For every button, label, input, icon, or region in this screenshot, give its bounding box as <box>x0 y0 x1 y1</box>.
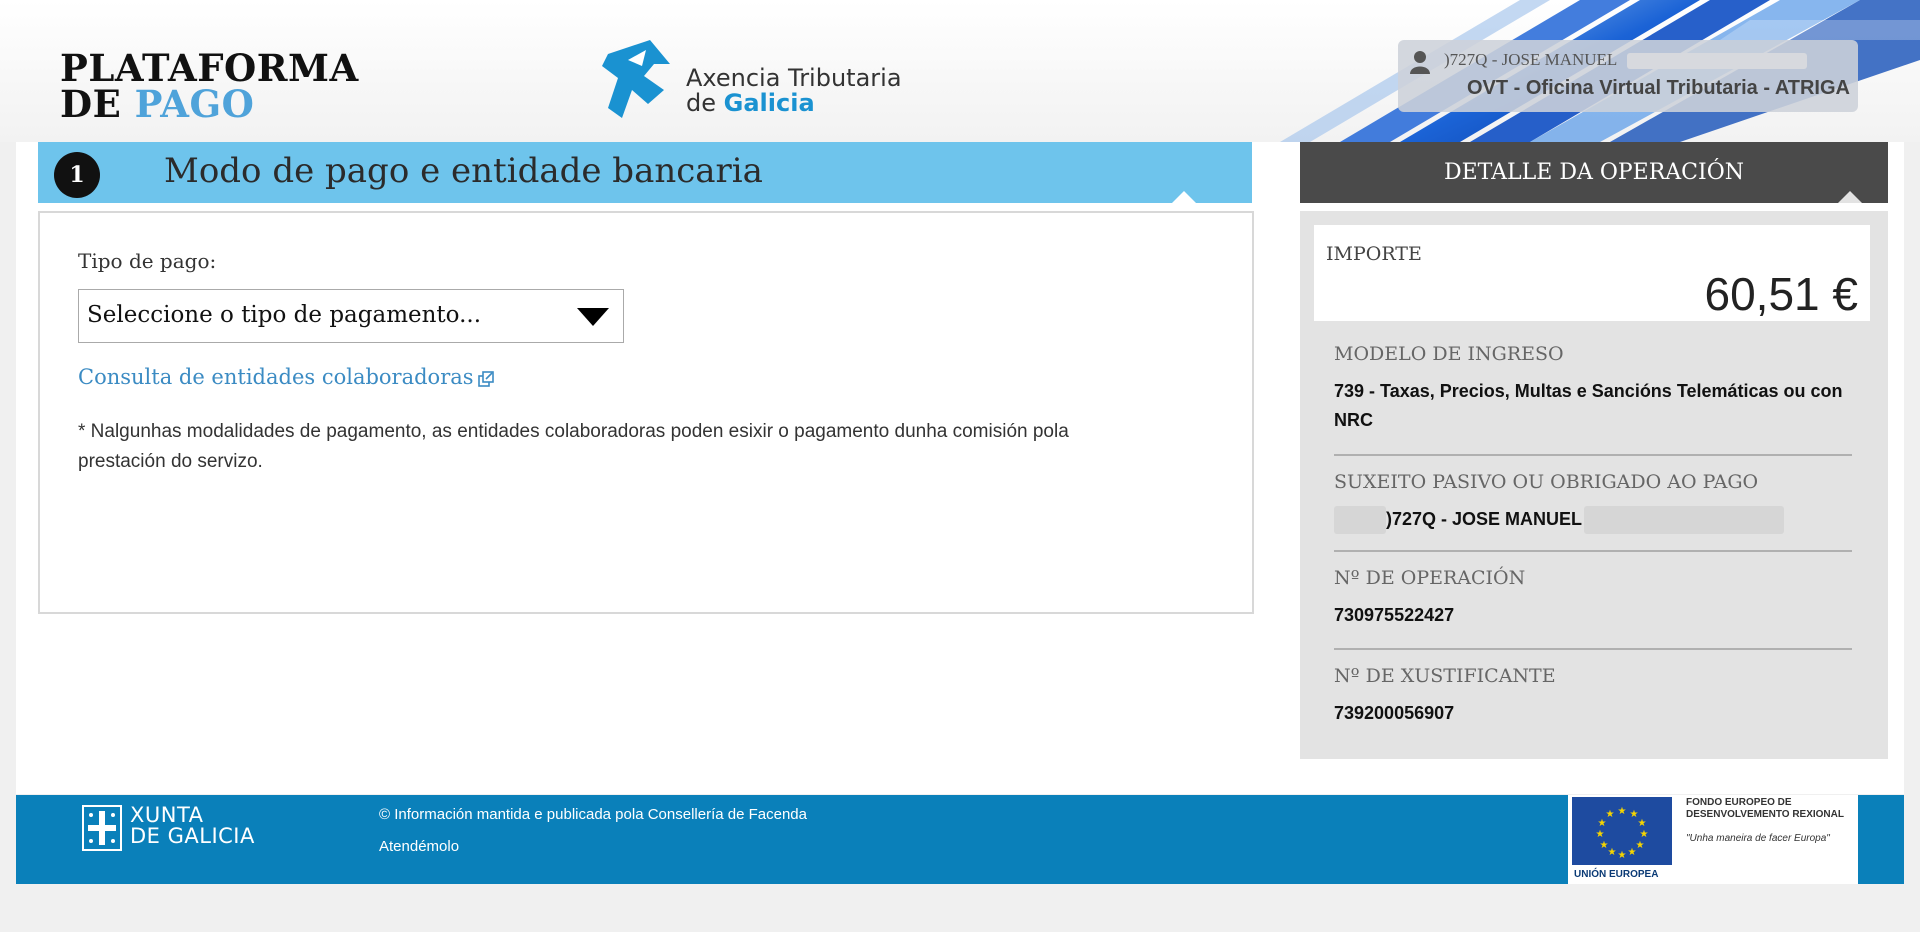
operacion-label: Nº DE OPERACIÓN <box>1334 567 1526 589</box>
divider <box>1334 550 1852 552</box>
numero-operacion: Nº DE OPERACIÓN 730975522427 <box>1334 567 1850 630</box>
svg-text:★: ★ <box>1608 847 1617 858</box>
xunta-line1: XUNTA <box>130 803 204 827</box>
xunta-logo[interactable]: XUNTA DE GALICIA <box>130 805 255 847</box>
detail-header: DETALLE DA OPERACIÓN <box>1300 142 1888 203</box>
step-notch <box>1172 191 1196 203</box>
modelo-label: MODELO DE INGRESO <box>1334 343 1564 365</box>
svg-text:★: ★ <box>1636 840 1645 851</box>
user-app-name: OVT - Oficina Virtual Tributaria - ATRIG… <box>1466 77 1850 99</box>
suxeito-value: )727Q - JOSE MANUEL <box>1386 509 1583 529</box>
external-link-icon <box>477 370 494 387</box>
eu-funding-badge: ★ ★ ★ ★ ★ ★ ★ ★ ★ ★ ★ ★ UNIÓN EUROPEA FONDO EURO… <box>1568 795 1858 884</box>
svg-text:★: ★ <box>1600 840 1609 851</box>
atriga-logo-icon <box>602 40 670 118</box>
user-icon <box>1410 51 1430 74</box>
commission-note: * Nalgunhas modalidades de pagamento, as… <box>78 421 1069 472</box>
importe-value: 60,51 € <box>1704 268 1858 320</box>
suxeito-value-row: )727Q - JOSE MANUEL <box>1334 505 1850 535</box>
user-info-box[interactable]: )727Q - JOSE MANUEL OVT - Oficina Virtua… <box>1398 40 1858 112</box>
xunta-line2: DE GALICIA <box>130 824 255 848</box>
brand-de: DE <box>60 82 135 126</box>
divider <box>1334 454 1852 456</box>
svg-text:★: ★ <box>1618 806 1627 817</box>
agency-name: Axencia Tributaria de Galicia <box>686 66 902 116</box>
tipo-pago-label: Tipo de pago: <box>78 249 217 273</box>
svg-text:★: ★ <box>1618 850 1627 861</box>
tipo-pago-select-value: Seleccione o tipo de pagamento... <box>87 302 482 328</box>
operacion-value: 730975522427 <box>1334 605 1455 625</box>
agency-galicia: Galicia <box>723 89 815 117</box>
importe-box: IMPORTE 60,51 € <box>1314 225 1870 321</box>
tipo-pago-select[interactable]: Seleccione o tipo de pagamento... <box>78 289 624 343</box>
header: PLATAFORMA DE PAGO Axencia Tributaria de… <box>0 0 1920 142</box>
step-number: 1 <box>54 152 100 198</box>
detail-notch <box>1838 191 1862 203</box>
suxeito-pasivo: SUXEITO PASIVO OU OBRIGADO AO PAGO )727Q… <box>1334 471 1850 535</box>
svg-text:★: ★ <box>1596 829 1605 840</box>
redacted-block <box>1627 53 1808 70</box>
svg-text:★: ★ <box>1638 818 1647 829</box>
consulta-entidades-text: Consulta de entidades colaboradoras <box>78 365 474 389</box>
agency-de: de <box>686 89 724 117</box>
numero-xustificante: Nº DE XUSTIFICANTE 739200056907 <box>1334 665 1850 728</box>
svg-text:★: ★ <box>1606 809 1615 820</box>
xustificante-label: Nº DE XUSTIFICANTE <box>1334 665 1556 687</box>
redacted-block <box>1334 506 1386 535</box>
consulta-entidades-link[interactable]: Consulta de entidades colaboradoras <box>78 365 494 389</box>
modelo-value: 739 - Taxas, Precios, Multas e Sancións … <box>1334 381 1843 430</box>
detail-title: DETALLE DA OPERACIÓN <box>1443 160 1744 185</box>
eu-quote: "Unha maneira de facer Europa" <box>1686 833 1830 844</box>
eu-fund-text: FONDO EUROPEO DE DESENVOLVEMENTO REXIONA… <box>1686 797 1844 820</box>
user-name-text: )727Q - JOSE MANUEL <box>1444 50 1618 69</box>
dropdown-caret-icon <box>577 308 609 326</box>
redacted-block <box>1584 506 1785 535</box>
step-title: Modo de pago e entidade bancaria <box>164 151 763 191</box>
importe-label: IMPORTE <box>1326 243 1422 265</box>
step-header: 1 Modo de pago e entidade bancaria <box>38 142 1252 203</box>
svg-text:★: ★ <box>1628 847 1637 858</box>
payment-form: Tipo de pago: Seleccione o tipo de pagam… <box>38 211 1254 614</box>
svg-text:★: ★ <box>1640 829 1649 840</box>
divider <box>1334 648 1852 650</box>
agency-line1: Axencia Tributaria <box>686 64 902 92</box>
detail-panel: IMPORTE 60,51 € MODELO DE INGRESO 739 - … <box>1300 211 1888 759</box>
footer-info: © Información mantida e publicada pola C… <box>379 806 807 823</box>
user-name: )727Q - JOSE MANUEL <box>1444 50 1808 70</box>
modelo-ingreso: MODELO DE INGRESO 739 - Taxas, Precios, … <box>1334 343 1850 435</box>
eu-flag-icon: ★ ★ ★ ★ ★ ★ ★ ★ ★ ★ ★ ★ <box>1572 797 1672 865</box>
xunta-logo-icon <box>82 805 122 851</box>
brand-logo[interactable]: PLATAFORMA DE PAGO <box>60 46 359 123</box>
suxeito-label: SUXEITO PASIVO OU OBRIGADO AO PAGO <box>1334 471 1759 493</box>
atendemolo-link[interactable]: Atendémolo <box>379 838 459 855</box>
eu-caption: UNIÓN EUROPEA <box>1574 869 1659 880</box>
xustificante-value: 739200056907 <box>1334 703 1455 723</box>
brand-line2: DE PAGO <box>60 86 359 123</box>
brand-pago: PAGO <box>134 82 255 126</box>
agency-line2: de Galicia <box>686 91 902 116</box>
brand-line1: PLATAFORMA <box>60 46 359 90</box>
